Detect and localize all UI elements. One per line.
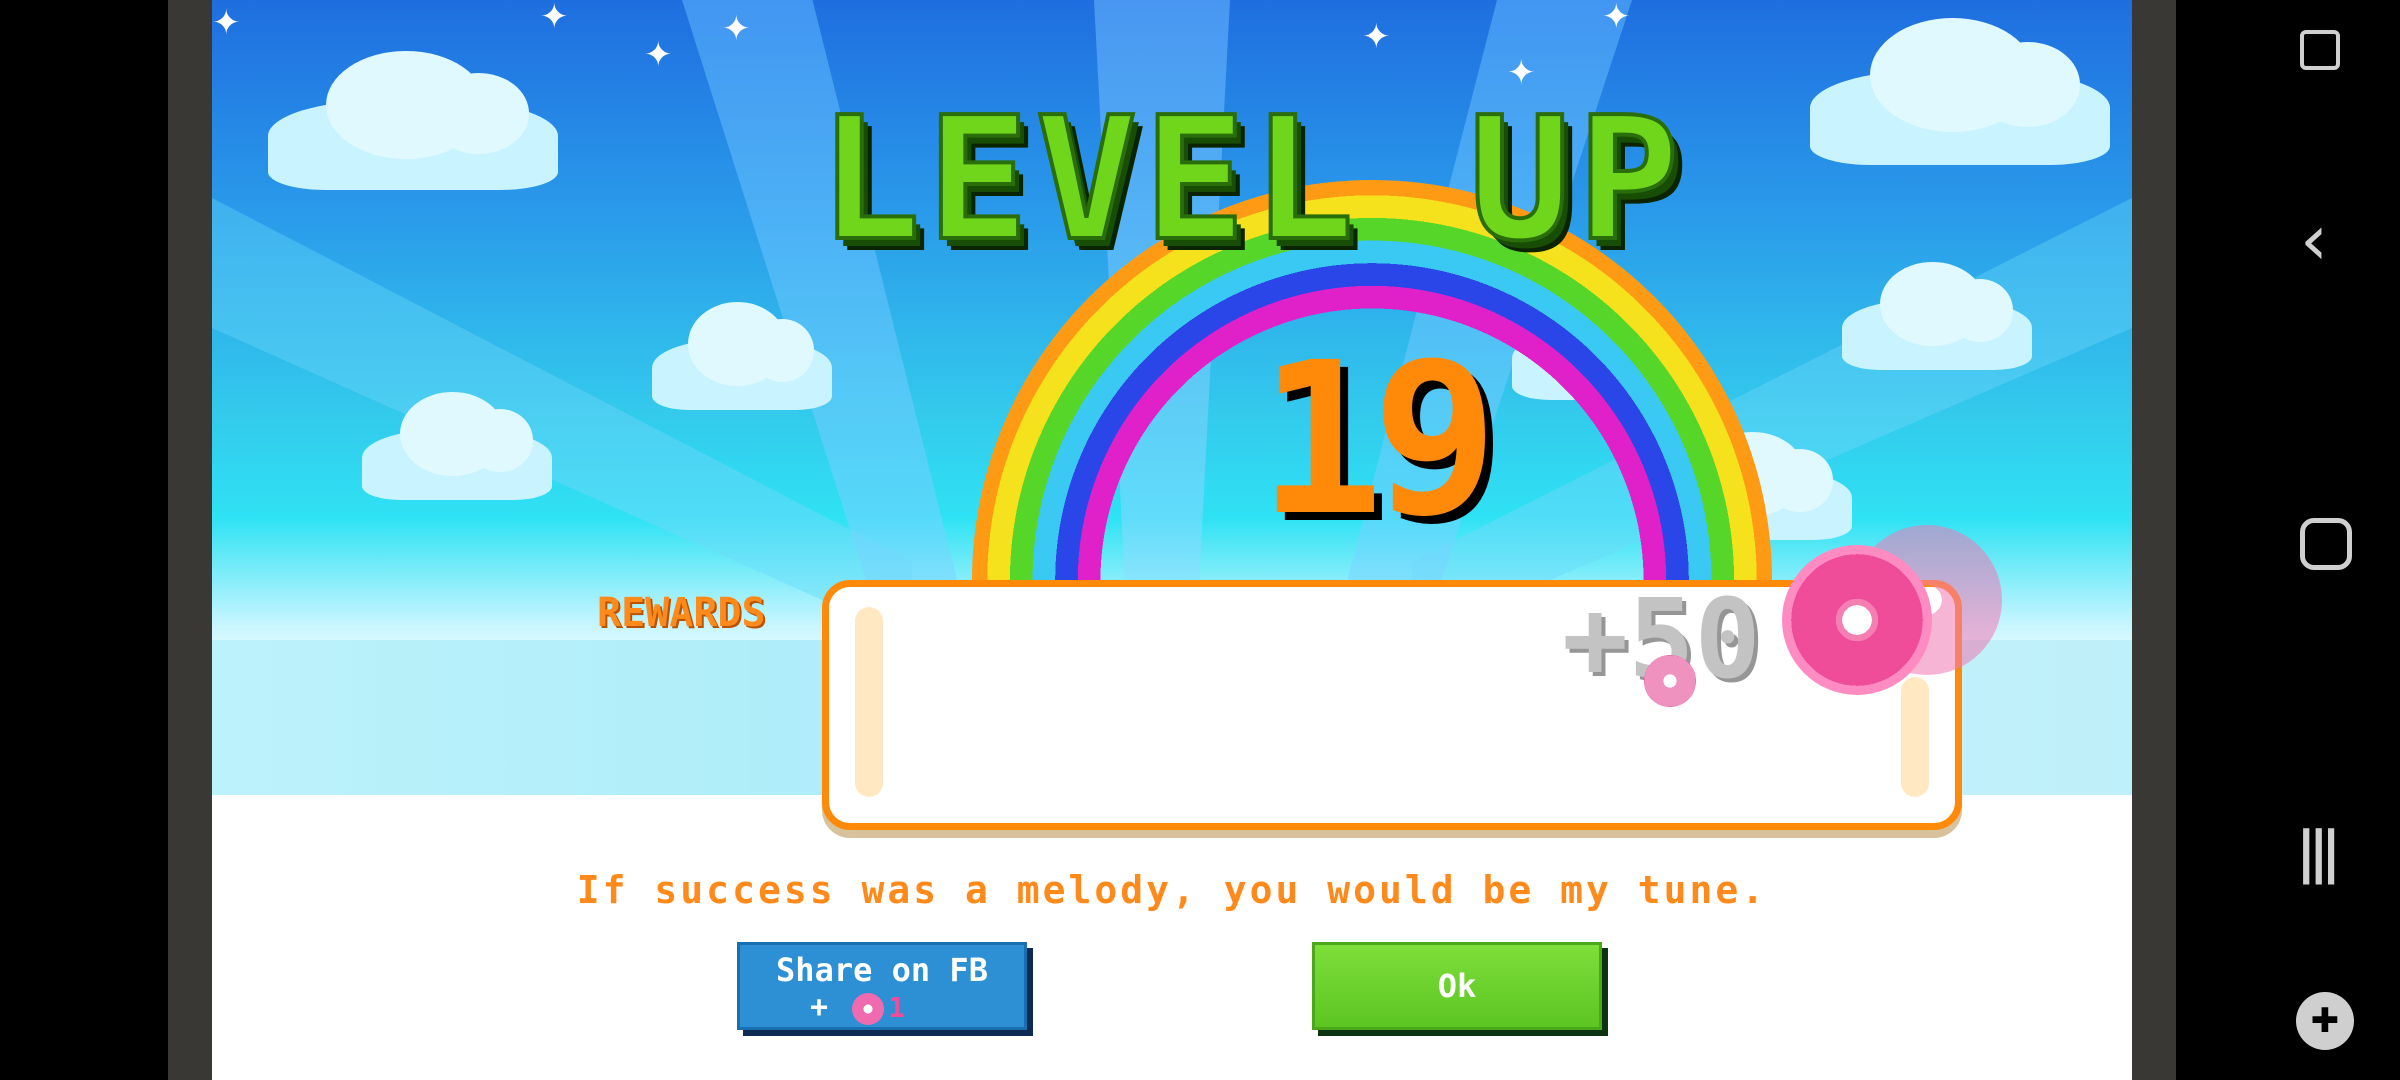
home-icon[interactable]: [2300, 518, 2352, 570]
star-icon: ✦: [1362, 17, 1391, 57]
share-bonus: +1: [810, 990, 905, 1025]
level-number: 19: [1257, 317, 1499, 562]
cloud: [652, 301, 832, 410]
donut-icon: [852, 992, 885, 1025]
ok-button[interactable]: Ok: [1312, 942, 1602, 1030]
level-up-quote: If success was a melody, you would be my…: [576, 868, 1768, 912]
cloud: [1810, 17, 2110, 165]
star-icon: ✦: [212, 3, 241, 43]
reward-box-edge: [1901, 677, 1929, 797]
rewards-label: REWARDS: [597, 590, 766, 636]
ground: [212, 795, 2132, 1080]
star-icon: ✦: [722, 9, 751, 49]
level-up-screen: ✦ ✦ ✦ ✦ ✦ ✦ ✦ LEVEL UP 19 REWARDS +50 If…: [212, 0, 2132, 1080]
game-window: ✦ ✦ ✦ ✦ ✦ ✦ ✦ LEVEL UP 19 REWARDS +50 If…: [168, 0, 2176, 1080]
share-on-fb-button[interactable]: Share on FB +1: [737, 942, 1027, 1030]
screen-lock-icon[interactable]: [2300, 30, 2340, 70]
bonus-amount: 1: [888, 991, 905, 1024]
cloud: [268, 50, 558, 190]
donut-icon: [1782, 545, 1932, 695]
bonus-plus: +: [810, 990, 829, 1025]
star-icon: ✦: [540, 0, 569, 37]
donut-small-icon: [1644, 655, 1696, 707]
star-icon: ✦: [1602, 0, 1631, 37]
cloud: [362, 391, 552, 500]
game-tools-icon[interactable]: ✚: [2296, 992, 2354, 1050]
star-icon: ✦: [644, 35, 673, 75]
cloud: [1842, 261, 2032, 370]
recents-icon[interactable]: |||: [2296, 820, 2341, 885]
level-up-title: LEVEL UP: [817, 81, 1686, 279]
share-on-fb-label: Share on FB: [776, 951, 988, 989]
back-icon[interactable]: ‹: [2300, 205, 2328, 275]
system-navigation-bar: [2176, 0, 2400, 1080]
reward-box-edge: [855, 607, 883, 797]
